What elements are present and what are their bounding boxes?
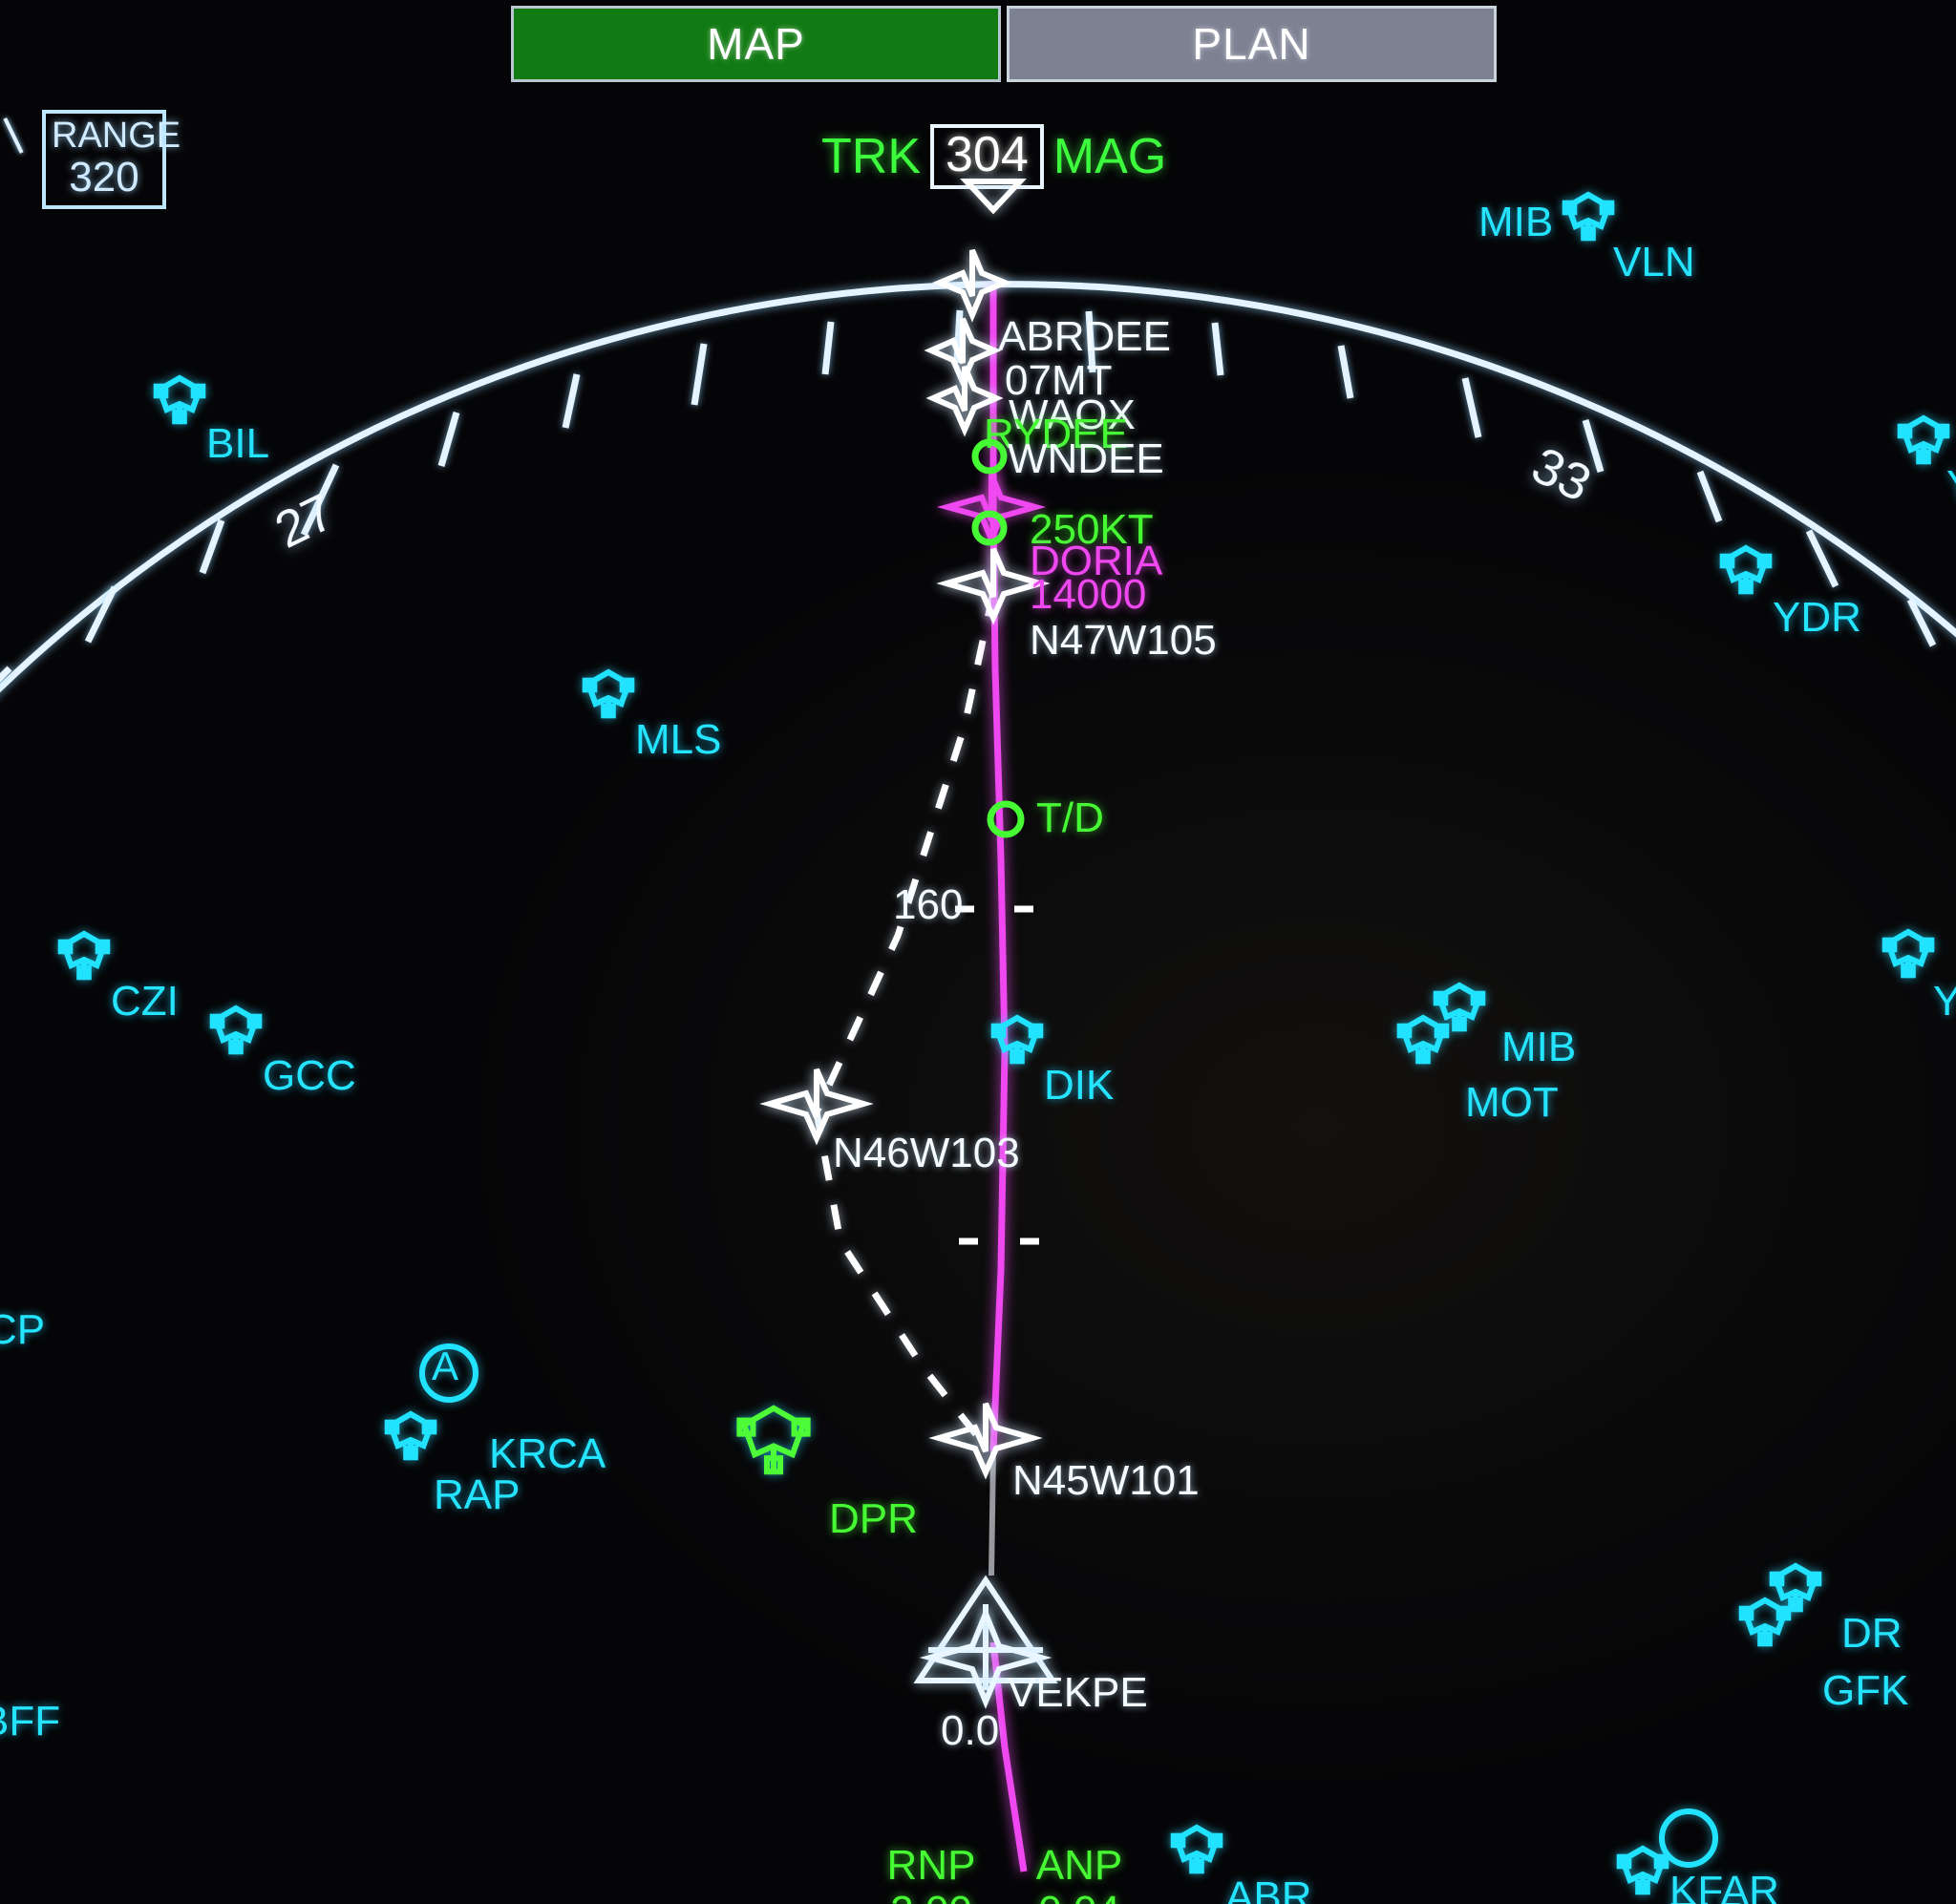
edge-label-mib-top: MIB xyxy=(1478,199,1554,245)
navaid-label-dr: DR xyxy=(1841,1610,1903,1657)
track-readout: TRK 304 MAG xyxy=(821,124,1166,189)
navaid-icon-bil xyxy=(153,374,206,425)
mode-tab-bar: MAP PLAN xyxy=(511,6,1497,82)
airport-icon-kfar xyxy=(1659,1809,1718,1868)
track-reference-label: MAG xyxy=(1052,129,1167,184)
navaid-icon-yb xyxy=(1882,928,1935,979)
navaid-label-mot: MOT xyxy=(1465,1079,1559,1126)
range-indicator[interactable]: RANGE 320 xyxy=(42,110,181,209)
anp-label: ANP xyxy=(1035,1842,1123,1889)
navaid-icon-dr xyxy=(1769,1562,1822,1613)
top-of-descent-circle xyxy=(987,800,1025,838)
navaid-label-dpr: DPR xyxy=(829,1495,918,1542)
airport-icon-krca-letter: A xyxy=(432,1343,459,1388)
navaid-label-mib: MIB xyxy=(1501,1024,1577,1070)
waypoint-label-vekpe: VEKPE xyxy=(1008,1669,1148,1716)
range-value: 320 xyxy=(69,154,139,201)
waypoint-symbol-cluster-1 xyxy=(932,248,1012,323)
compass-label-33: 33 xyxy=(1523,436,1600,513)
navaid-label-czi: CZI xyxy=(111,978,179,1025)
navaid-icon-mib xyxy=(1433,982,1486,1032)
waypoint-label-n45w101: N45W101 xyxy=(1012,1457,1200,1504)
route-path-behind-aircraft xyxy=(989,1450,996,1576)
left-edge-tick xyxy=(3,117,24,154)
navaid-icon-mot xyxy=(1396,1014,1450,1065)
track-label: TRK xyxy=(821,129,921,184)
top-of-descent-label: T/D xyxy=(1036,794,1104,841)
navaid-label-bil: BIL xyxy=(206,420,270,467)
navaid-icon-rap xyxy=(384,1410,437,1461)
waypoint-symbol-n47w105 xyxy=(936,547,1051,625)
waypoint-symbol-n46w103 xyxy=(759,1068,874,1146)
map-vector-layer: 27 33 xyxy=(0,179,1956,1895)
navaid-label-rap: RAP xyxy=(434,1471,521,1518)
waypoint-label-wndee: WNDEE xyxy=(1008,435,1164,482)
navaid-icon-dpr xyxy=(736,1405,811,1475)
navaid-icon-ydr xyxy=(1719,544,1773,595)
navaid-icon-far xyxy=(1616,1845,1669,1895)
navaid-icon-czi xyxy=(57,930,111,981)
navaid-label-yb: YB xyxy=(1933,978,1956,1025)
anp-value: 0.04 xyxy=(1008,1889,1151,1904)
rnp-value: 2.00 xyxy=(860,1889,1003,1904)
waypoint-label-n47w105: N47W105 xyxy=(1030,617,1217,664)
navaid-label-gfk: GFK xyxy=(1822,1667,1909,1714)
dashed-route-path xyxy=(813,591,997,1445)
tab-plan-label: PLAN xyxy=(1192,19,1311,69)
tab-map[interactable]: MAP xyxy=(511,6,1001,82)
rnp-block: RNP 2.00 xyxy=(860,1843,1003,1904)
navaid-icon-gcc xyxy=(209,1005,263,1055)
airport-label-krca: KRCA xyxy=(489,1430,606,1477)
altitude-constraint-label: 14000 xyxy=(1030,571,1147,618)
compass-label-27: 27 xyxy=(266,483,343,560)
navaid-label-abr: ABR xyxy=(1225,1873,1312,1904)
waypoint-symbol-cluster-2 xyxy=(924,317,1002,390)
navaid-label-vln: VLN xyxy=(1613,239,1695,286)
navaid-label-cp: CP xyxy=(0,1306,46,1353)
navaid-icon-gfk xyxy=(1738,1597,1792,1647)
tab-map-label: MAP xyxy=(707,19,805,69)
navaid-label-dik: DIK xyxy=(1044,1062,1115,1109)
distance-to-waypoint: 0.0 xyxy=(941,1707,1000,1754)
navaid-label-far: FAR xyxy=(1668,1896,1750,1904)
navaid-label-yo: YO xyxy=(1946,464,1956,508)
waypoint-label-abrdee: ABRDEE xyxy=(998,313,1171,360)
constraint-markers xyxy=(971,438,1025,838)
navaid-icon-vln xyxy=(1562,191,1615,242)
range-ring-label: 160 xyxy=(893,881,964,928)
track-value: 304 xyxy=(930,124,1044,189)
waypoint-label-n46w103: N46W103 xyxy=(833,1130,1020,1176)
navigation-display: MAP PLAN RANGE 320 TRK 304 MAG 27 33 ABR… xyxy=(0,0,1956,1904)
waypoint-symbol-doria xyxy=(936,473,1047,547)
active-route-path xyxy=(989,286,1009,1452)
route-range-ticks xyxy=(955,905,1039,1245)
navaid-icon-yo xyxy=(1897,414,1950,465)
rnp-label: RNP xyxy=(886,1842,976,1889)
navaid-label-bff: BFF xyxy=(0,1698,61,1745)
navaid-icon-mls xyxy=(582,668,635,719)
tab-plan[interactable]: PLAN xyxy=(1007,6,1497,82)
range-label: RANGE xyxy=(52,116,181,156)
navaid-icon-dik xyxy=(990,1014,1044,1065)
speed-constraint-circle-doria xyxy=(971,510,1008,546)
navaid-label-gcc: GCC xyxy=(263,1052,356,1099)
anp-block: ANP 0.04 xyxy=(1008,1843,1151,1904)
navaid-label-ydr: YDR xyxy=(1773,594,1861,641)
navaid-label-mls: MLS xyxy=(635,716,722,763)
navaid-icon-abr xyxy=(1170,1824,1223,1874)
